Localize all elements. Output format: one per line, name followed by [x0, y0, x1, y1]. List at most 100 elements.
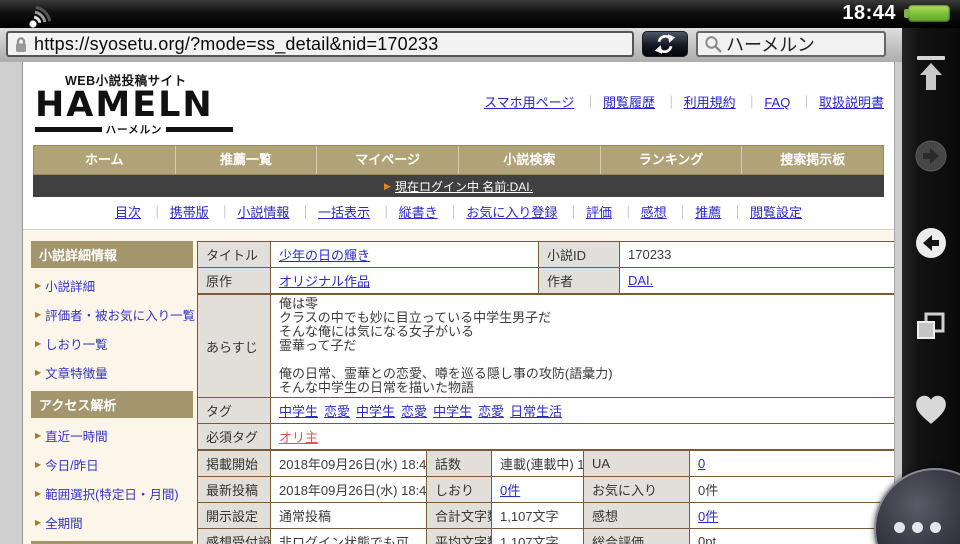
link-novel-info[interactable]: 小説情報 — [212, 205, 289, 220]
author-link[interactable]: DAI. — [628, 273, 653, 288]
tag-link[interactable]: 恋愛 — [401, 404, 427, 419]
scroll-to-top-button[interactable] — [902, 54, 960, 94]
link-terms[interactable]: 利用規約 — [659, 95, 736, 110]
sidebar-header-novel-detail-info: 小説詳細情報 — [31, 241, 193, 268]
windows-tabs-button[interactable] — [902, 310, 960, 344]
back-icon — [913, 225, 949, 261]
required-tag-link[interactable]: オリ主 — [279, 430, 318, 445]
webpage: WEB小説投稿サイト HAMELN ハーメルン スマホ用ページ 閲覧履歴 利用規… — [22, 62, 894, 544]
sidebar-item-novel-detail[interactable]: ▶小説詳細 — [31, 271, 193, 300]
link-comments[interactable]: 感想 — [616, 205, 667, 220]
novel-title-link[interactable]: 少年の日の輝き — [279, 248, 370, 263]
tag-link[interactable]: 中学生 — [356, 404, 395, 419]
favorites-label: お気に入り — [584, 477, 690, 503]
link-faq[interactable]: FAQ — [739, 95, 790, 110]
sidebar-header-access-analysis: アクセス解析 — [31, 391, 193, 418]
bullet-arrow-icon: ▶ — [35, 281, 41, 290]
favorites-count-value: 0件 — [690, 477, 895, 503]
forward-icon — [913, 138, 949, 174]
back-button[interactable] — [902, 225, 960, 261]
arrow-icon: ▶ — [384, 181, 391, 192]
hameln-logo[interactable]: WEB小説投稿サイト HAMELN ハーメルン — [35, 70, 233, 137]
url-input[interactable] — [34, 34, 632, 55]
synopsis-label: あらすじ — [198, 295, 271, 398]
original-work-link[interactable]: オリジナル作品 — [279, 274, 370, 289]
table-row: 原作 オリジナル作品 作者 DAI. — [198, 268, 895, 294]
link-recommend[interactable]: 推薦 — [670, 205, 721, 220]
link-history[interactable]: 閲覧履歴 — [578, 95, 655, 110]
table-title-author: タイトル 少年の日の輝き 小説ID 170233 原作 オリジナル作品 作者 D… — [197, 241, 894, 294]
search-bar[interactable] — [696, 31, 886, 57]
sidebar-item-label: 直近一時間 — [45, 426, 108, 445]
tag-link[interactable]: 恋愛 — [478, 404, 504, 419]
link-add-favorite[interactable]: お気に入り登録 — [441, 205, 557, 220]
sidebar-item-label: 評価者・被お気に入り一覧 — [45, 305, 195, 324]
bullet-arrow-icon: ▶ — [35, 339, 41, 348]
tag-link[interactable]: 恋愛 — [324, 404, 350, 419]
link-view-settings[interactable]: 閲覧設定 — [725, 205, 802, 220]
total-rating-value: 0pt — [690, 529, 895, 544]
nav-novel-search[interactable]: 小説検索 — [458, 146, 600, 174]
avg-chars-label: 平均文字数 — [427, 529, 492, 544]
forward-button[interactable] — [902, 138, 960, 174]
link-mobile-version[interactable]: 携帯版 — [145, 205, 209, 220]
link-toc[interactable]: 目次 — [115, 205, 141, 220]
link-vertical-writing[interactable]: 縦書き — [374, 205, 438, 220]
search-icon — [704, 35, 722, 53]
url-bar[interactable] — [6, 31, 634, 57]
bookmark-count-link[interactable]: 0件 — [500, 483, 520, 498]
bullet-arrow-icon: ▶ — [35, 310, 41, 319]
sidebar-item-last-hour[interactable]: ▶ 直近一時間 — [31, 421, 193, 450]
tag-link[interactable]: 中学生 — [433, 404, 472, 419]
battery-icon — [908, 5, 950, 22]
nav-recommend-list[interactable]: 推薦一覧 — [175, 146, 317, 174]
link-batch-view[interactable]: 一括表示 — [293, 205, 370, 220]
table-row: タイトル 少年の日の輝き 小説ID 170233 — [198, 242, 895, 268]
sidebar-item-label: 範囲選択(特定日・月間) — [45, 484, 178, 503]
logo-reading: ハーメルン — [106, 122, 163, 137]
content-area: 小説詳細情報 ▶小説詳細 ▶ 評価者・被お気に入り一覧 ▶しおり一覧 ▶文章特徴量… — [23, 231, 894, 544]
tag-link[interactable]: 中学生 — [279, 404, 318, 419]
search-input[interactable] — [726, 34, 884, 55]
sidebar-item-bookmarks[interactable]: ▶しおり一覧 — [31, 329, 193, 358]
episodes-label: 話数 — [427, 451, 492, 477]
link-manual[interactable]: 取扱説明書 — [794, 95, 884, 110]
browser-chrome — [0, 28, 902, 63]
refresh-button[interactable] — [642, 31, 688, 57]
table-row: タグ 中学生恋愛中学生恋愛中学生恋愛日常生活 — [198, 398, 895, 424]
novel-id-label: 小説ID — [539, 242, 620, 268]
ua-label: UA — [584, 451, 690, 477]
nav-ranking[interactable]: ランキング — [600, 146, 742, 174]
lock-icon — [14, 36, 28, 53]
tag-link[interactable]: 日常生活 — [510, 404, 562, 419]
sidebar-item-text-features[interactable]: ▶文章特徴量 — [31, 358, 193, 387]
comments-count-link[interactable]: 0件 — [698, 509, 718, 524]
comment-setting-label: 感想受付設定 — [198, 529, 271, 544]
sidebar-item-today-yesterday[interactable]: ▶今日/昨日 — [31, 450, 193, 479]
novel-id-value: 170233 — [620, 242, 895, 268]
total-rating-label: 総合評価 — [584, 529, 690, 544]
link-rate[interactable]: 評価 — [561, 205, 612, 220]
link-smartphone-page[interactable]: スマホ用ページ — [484, 95, 574, 110]
nav-home[interactable]: ホーム — [34, 146, 175, 174]
logo-text: HAMELN — [35, 89, 233, 121]
header-links: スマホ用ページ 閲覧履歴 利用規約 FAQ 取扱説明書 — [484, 92, 884, 111]
latest-post-label: 最新投稿 — [198, 477, 271, 503]
signal-icon — [26, 1, 60, 28]
sidebar: 小説詳細情報 ▶小説詳細 ▶ 評価者・被お気に入り一覧 ▶しおり一覧 ▶文章特徴量… — [31, 241, 193, 544]
sidebar-item-raters-favorites[interactable]: ▶ 評価者・被お気に入り一覧 — [31, 300, 193, 329]
ua-count-link[interactable]: 0 — [698, 456, 705, 471]
episodes-value: 連載(連載中) 1話 — [492, 451, 584, 477]
login-status-link[interactable]: 現在ログイン中 名前:DAI. — [395, 178, 533, 195]
comments-label: 感想 — [584, 503, 690, 529]
table-synopsis-tags: あらすじ 俺は零 クラスの中でも妙に目立っている中学生男子だ そんな俺には気にな… — [197, 294, 894, 450]
bookmark-heart-button[interactable] — [902, 392, 960, 426]
nav-mypage[interactable]: マイページ — [316, 146, 458, 174]
original-label: 原作 — [198, 268, 271, 294]
sidebar-item-range-select[interactable]: ▶範囲選択(特定日・月間) — [31, 479, 193, 508]
login-bar: ▶ 現在ログイン中 名前:DAI. — [33, 175, 884, 197]
sidebar-item-all-period[interactable]: ▶全期間 — [31, 508, 193, 537]
nav-search-board[interactable]: 捜索掲示板 — [741, 146, 883, 174]
screen: 18:44 — [0, 0, 960, 544]
bullet-arrow-icon: ▶ — [35, 431, 41, 440]
